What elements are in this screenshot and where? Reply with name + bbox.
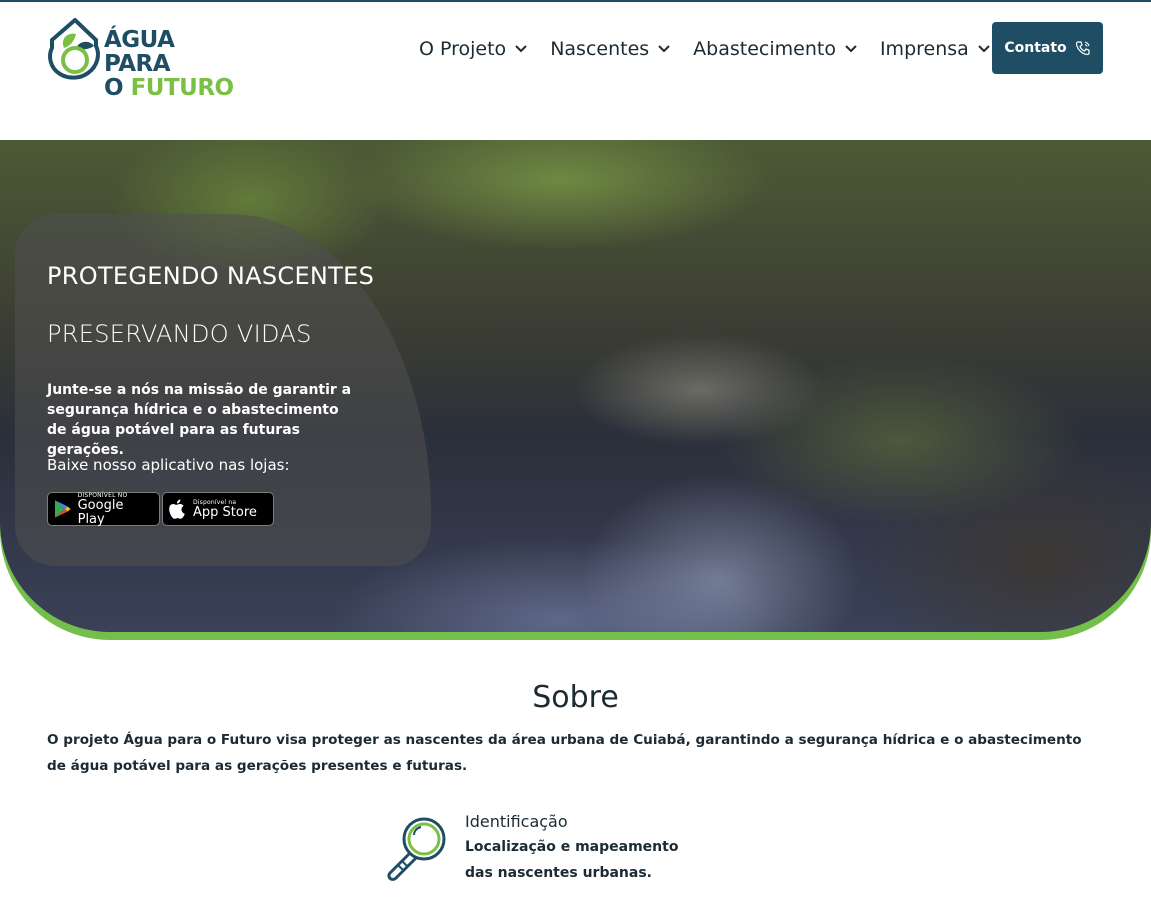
nav-label: Abastecimento	[693, 38, 836, 60]
google-play-text: DISPONÍVEL NO Google Play	[78, 492, 153, 527]
brand-line2: O FUTURO	[104, 76, 246, 100]
phone-icon	[1075, 41, 1090, 56]
feature-description: Localização e mapeamento das nascentes u…	[465, 839, 679, 881]
brand-name: ÁGUA PARA O FUTURO	[104, 28, 246, 100]
hero-banner: PROTEGENDO NASCENTES PRESERVANDO VIDAS J…	[0, 140, 1151, 632]
contact-button-label: Contato	[1004, 40, 1067, 56]
apple-icon	[169, 499, 185, 519]
brand-logo[interactable]: ÁGUA PARA O FUTURO	[46, 18, 246, 100]
app-store-big: App Store	[193, 504, 257, 520]
nav-label: Imprensa	[879, 38, 969, 60]
nav-label: O Projeto	[419, 38, 507, 60]
hero-description: Junte-se a nós na missão de garantir a s…	[47, 382, 352, 458]
chevron-down-icon	[515, 45, 527, 53]
magnifier-icon	[384, 815, 452, 883]
nav-item-imprensa[interactable]: Imprensa	[880, 34, 991, 64]
hero-subtitle: PRESERVANDO VIDAS	[47, 320, 312, 348]
google-play-icon	[54, 500, 71, 518]
apps-label: Baixe nosso aplicativo nas lojas:	[47, 456, 290, 474]
logo-drop-icon	[48, 18, 100, 80]
nav-item-o-projeto[interactable]: O Projeto	[419, 34, 528, 64]
brand-line1: ÁGUA PARA	[104, 27, 175, 77]
brand-line2-a: O	[104, 75, 131, 101]
chevron-down-icon	[978, 45, 990, 53]
nav-item-abastecimento[interactable]: Abastecimento	[693, 34, 858, 64]
google-play-badge[interactable]: DISPONÍVEL NO Google Play	[47, 492, 160, 526]
feature-title: Identificação	[465, 812, 568, 831]
chevron-down-icon	[845, 45, 857, 53]
app-store-badge[interactable]: Disponível na App Store	[162, 492, 274, 526]
site-header: ÁGUA PARA O FUTURO O Projeto Nascentes A…	[0, 2, 1151, 140]
chevron-down-icon	[658, 45, 670, 53]
about-title: Sobre	[532, 680, 619, 715]
google-play-big: Google Play	[77, 497, 124, 527]
main-nav: O Projeto Nascentes Abastecimento Impren…	[419, 34, 991, 64]
hero-title: PROTEGENDO NASCENTES	[47, 262, 375, 290]
nav-label: Nascentes	[550, 38, 650, 60]
brand-line2-b: FUTURO	[130, 75, 235, 101]
about-text: O projeto Água para o Futuro visa proteg…	[47, 732, 1082, 774]
nav-item-nascentes[interactable]: Nascentes	[550, 34, 671, 64]
contact-button[interactable]: Contato	[992, 22, 1103, 74]
app-store-text: Disponível na App Store	[193, 499, 257, 520]
